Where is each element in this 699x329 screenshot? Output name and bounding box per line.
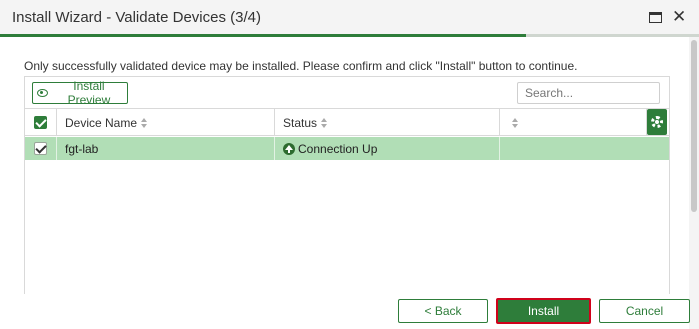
vertical-scrollbar[interactable] (689, 37, 699, 329)
close-icon[interactable]: ✕ (672, 8, 688, 25)
extra-cell (500, 137, 647, 160)
sort-icon[interactable] (512, 117, 518, 128)
wizard-progress-remaining (526, 34, 699, 37)
arrow-up-circle-icon (283, 142, 295, 155)
instructions-text: Only successfully validated device may b… (24, 59, 578, 73)
scrollbar-thumb[interactable] (691, 40, 697, 212)
sort-icon[interactable] (321, 117, 328, 128)
row-checkbox[interactable] (34, 142, 47, 155)
install-button[interactable]: Install (496, 298, 591, 324)
gear-icon (651, 116, 663, 128)
back-button[interactable]: < Back (398, 299, 488, 323)
eye-icon (37, 89, 48, 97)
column-header-device-name[interactable]: Device Name (57, 109, 275, 136)
column-header-status[interactable]: Status (275, 109, 500, 136)
column-header-label: Status (283, 115, 318, 130)
column-header-label: Device Name (65, 115, 138, 130)
table-header: Device Name Status (25, 108, 669, 136)
window-titlebar: Install Wizard - Validate Devices (3/4) … (0, 0, 699, 35)
device-name-cell: fgt-lab (57, 137, 275, 160)
column-settings-button[interactable] (647, 109, 667, 135)
status-text: Connection Up (298, 141, 378, 156)
row-select-cell (25, 137, 57, 160)
select-all-checkbox[interactable] (34, 116, 47, 129)
sort-icon[interactable] (141, 117, 148, 128)
install-preview-label: Install Preview (67, 79, 111, 107)
install-preview-button[interactable]: Install Preview (32, 79, 128, 107)
select-all-cell (25, 109, 57, 136)
column-header-extra[interactable] (500, 109, 647, 136)
window-title: Install Wizard - Validate Devices (3/4) (12, 9, 261, 26)
search-input[interactable] (517, 82, 660, 104)
wizard-progress-complete (0, 34, 526, 37)
status-cell: Connection Up (275, 137, 500, 160)
cancel-button[interactable]: Cancel (599, 299, 690, 323)
table-row[interactable]: fgt-lab Connection Up (25, 137, 669, 160)
maximize-icon[interactable] (648, 10, 664, 26)
